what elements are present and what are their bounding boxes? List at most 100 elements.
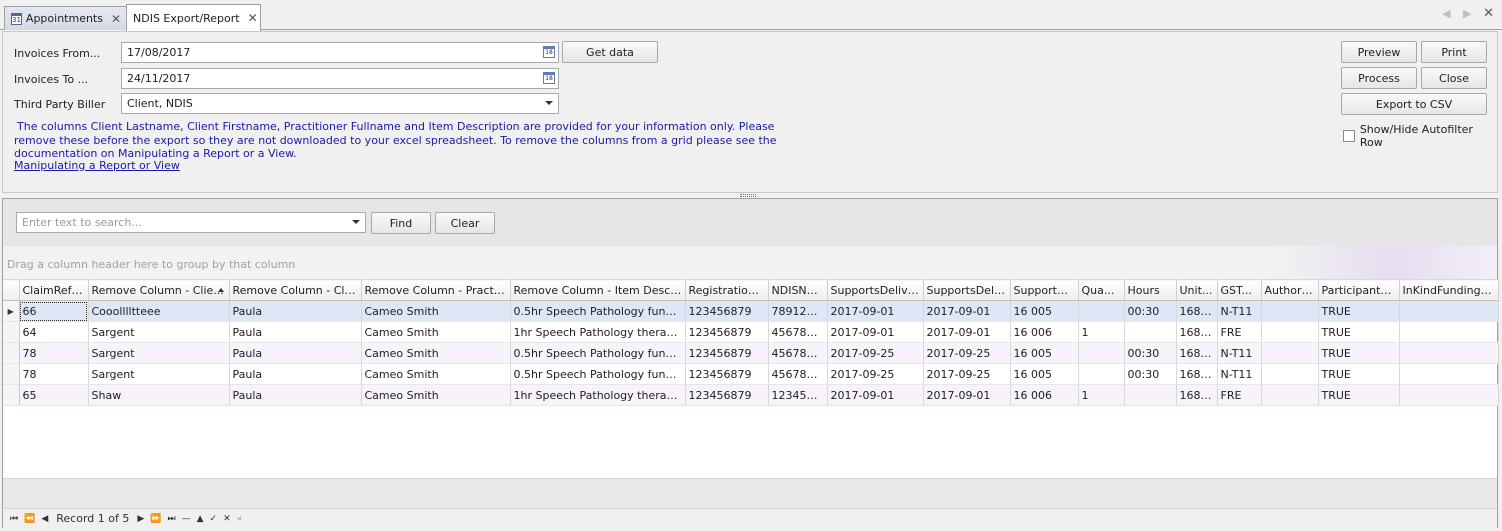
table-cell[interactable]: 2017-09-25	[827, 363, 924, 385]
process-button[interactable]: Process	[1341, 67, 1417, 89]
table-cell[interactable]: 123456...	[768, 384, 828, 406]
manipulating-report-link[interactable]: Manipulating a Report or View	[14, 159, 180, 172]
table-row[interactable]: 78 Sargent Paula Cameo Smith 0.5hr Speech Pa…	[3, 363, 1499, 385]
table-cell[interactable]	[1078, 363, 1125, 385]
table-cell[interactable]	[1078, 300, 1125, 322]
close-window-icon[interactable]: ✕	[1483, 6, 1494, 21]
table-cell[interactable]: Cameo Smith	[361, 384, 511, 406]
print-button[interactable]: Print	[1421, 41, 1487, 63]
column-header[interactable]: ParticipantA...	[1318, 279, 1400, 301]
current-row-indicator-icon[interactable]: ▶	[3, 300, 20, 322]
column-header[interactable]: SupportN...	[1010, 279, 1079, 301]
autofilter-toggle[interactable]: Show/Hide Autofilter Row	[1343, 123, 1497, 149]
table-cell[interactable]: Cameo Smith	[361, 300, 511, 322]
row-indicator[interactable]	[3, 321, 20, 343]
table-cell[interactable]: 123456879	[685, 321, 769, 343]
table-cell[interactable]: 0.5hr Speech Pathology funded ...	[510, 342, 686, 364]
column-header[interactable]: Remove Column - Clie...	[88, 279, 230, 301]
table-cell[interactable]: 456789...	[768, 363, 828, 385]
table-cell[interactable]	[1399, 384, 1499, 406]
add-record-icon[interactable]: ▲	[197, 514, 204, 524]
table-cell[interactable]: TRUE	[1318, 384, 1400, 406]
table-cell[interactable]: Paula	[229, 300, 362, 322]
table-cell[interactable]: 66	[19, 300, 89, 322]
close-tab-icon[interactable]: ✕	[240, 11, 258, 25]
table-row[interactable]: 78 Sargent Paula Cameo Smith 0.5hr Speech Pa…	[3, 342, 1499, 364]
table-cell[interactable]: 2017-09-01	[923, 321, 1011, 343]
previous-page-icon[interactable]: ⏪	[24, 514, 35, 524]
next-record-icon[interactable]: ▶	[137, 514, 144, 524]
dropdown-arrow-icon[interactable]	[352, 220, 360, 224]
table-cell[interactable]: N-T11	[1217, 300, 1262, 322]
table-cell[interactable]: 65	[19, 384, 89, 406]
table-cell[interactable]	[1078, 342, 1125, 364]
table-cell[interactable]: 2017-09-25	[827, 342, 924, 364]
autofilter-checkbox[interactable]	[1343, 130, 1355, 142]
table-cell[interactable]: Shaw	[88, 384, 230, 406]
table-cell[interactable]: 123456879	[685, 342, 769, 364]
table-cell[interactable]: Cameo Smith	[361, 321, 511, 343]
tab-scroll-right-icon[interactable]: ▶	[1463, 7, 1471, 20]
tab-appointments[interactable]: 31 Appointments ✕	[4, 6, 127, 30]
table-cell[interactable]: 2017-09-01	[923, 300, 1011, 322]
delete-record-icon[interactable]: —	[182, 514, 191, 524]
table-cell[interactable]	[1124, 321, 1177, 343]
table-cell[interactable]: 2017-09-25	[923, 342, 1011, 364]
previous-record-icon[interactable]: ◀	[41, 514, 48, 524]
table-cell[interactable]: 78	[19, 363, 89, 385]
column-header[interactable]: Hours	[1124, 279, 1177, 301]
first-record-icon[interactable]: ⏮	[10, 514, 18, 524]
table-cell[interactable]	[1124, 384, 1177, 406]
table-cell[interactable]: Sargent	[88, 363, 230, 385]
table-cell[interactable]: 16 005	[1010, 300, 1079, 322]
table-cell[interactable]	[1261, 342, 1319, 364]
table-cell[interactable]: Paula	[229, 321, 362, 343]
table-cell[interactable]: Cameo Smith	[361, 363, 511, 385]
column-header[interactable]: Qua...	[1078, 279, 1125, 301]
table-row[interactable]: 65 Shaw Paula Cameo Smith 1hr Speech Patholo…	[3, 384, 1499, 406]
tab-ndis-export-report[interactable]: NDIS Export/Report ✕	[126, 4, 261, 31]
table-cell[interactable]: 16 006	[1010, 321, 1079, 343]
table-cell[interactable]: 789123...	[768, 300, 828, 322]
table-cell[interactable]: 0.5hr Speech Pathology funded ...	[510, 363, 686, 385]
table-cell[interactable]: TRUE	[1318, 342, 1400, 364]
dropdown-arrow-icon[interactable]	[545, 101, 553, 105]
table-row[interactable]: 64 Sargent Paula Cameo Smith 1hr Speech Path…	[3, 321, 1499, 343]
table-row[interactable]: ▶ 66 Cooolllltteee Paula Cameo Smith 0.5hr Sp…	[3, 300, 1499, 322]
table-cell[interactable]: 2017-09-01	[827, 384, 924, 406]
table-cell[interactable]	[1399, 342, 1499, 364]
column-header[interactable]: GST...	[1217, 279, 1262, 301]
table-cell[interactable]: 2017-09-01	[827, 321, 924, 343]
close-button[interactable]: Close	[1421, 67, 1487, 89]
table-cell[interactable]	[1261, 384, 1319, 406]
third-party-biller-select[interactable]: Client, NDIS	[121, 93, 559, 114]
column-header[interactable]: Registration...	[685, 279, 769, 301]
table-cell[interactable]: Sargent	[88, 342, 230, 364]
table-cell[interactable]: N-T11	[1217, 363, 1262, 385]
column-header[interactable]: Unit...	[1176, 279, 1218, 301]
table-cell[interactable]	[1261, 363, 1319, 385]
table-cell[interactable]: 78	[19, 342, 89, 364]
table-cell[interactable]: 123456879	[685, 384, 769, 406]
table-cell[interactable]: 2017-09-25	[923, 363, 1011, 385]
table-cell[interactable]: 168.26	[1176, 300, 1218, 322]
clear-button[interactable]: Clear	[435, 212, 495, 234]
cancel-edit-icon[interactable]: ✕	[223, 514, 231, 524]
invoices-to-date-field[interactable]: 24/11/2017 18	[121, 68, 559, 89]
last-record-icon[interactable]: ⏭	[168, 514, 176, 524]
table-cell[interactable]: N-T11	[1217, 342, 1262, 364]
column-header[interactable]: NDISNu...	[768, 279, 828, 301]
column-header[interactable]: SupportsDeliver...	[827, 279, 924, 301]
column-header[interactable]: ClaimRefe...	[19, 279, 89, 301]
table-cell[interactable]: 16 005	[1010, 363, 1079, 385]
table-cell[interactable]: 1	[1078, 321, 1125, 343]
table-cell[interactable]	[1399, 300, 1499, 322]
table-cell[interactable]: 168.26	[1176, 342, 1218, 364]
export-csv-button[interactable]: Export to CSV	[1341, 93, 1487, 115]
next-page-icon[interactable]: ⏩	[150, 514, 161, 524]
column-header[interactable]: Remove Column - Practitio...	[361, 279, 511, 301]
scroll-left-icon[interactable]: ◂	[237, 514, 242, 524]
end-edit-icon[interactable]: ✓	[210, 514, 218, 524]
column-header[interactable]: Authori...	[1261, 279, 1319, 301]
row-indicator[interactable]	[3, 384, 20, 406]
